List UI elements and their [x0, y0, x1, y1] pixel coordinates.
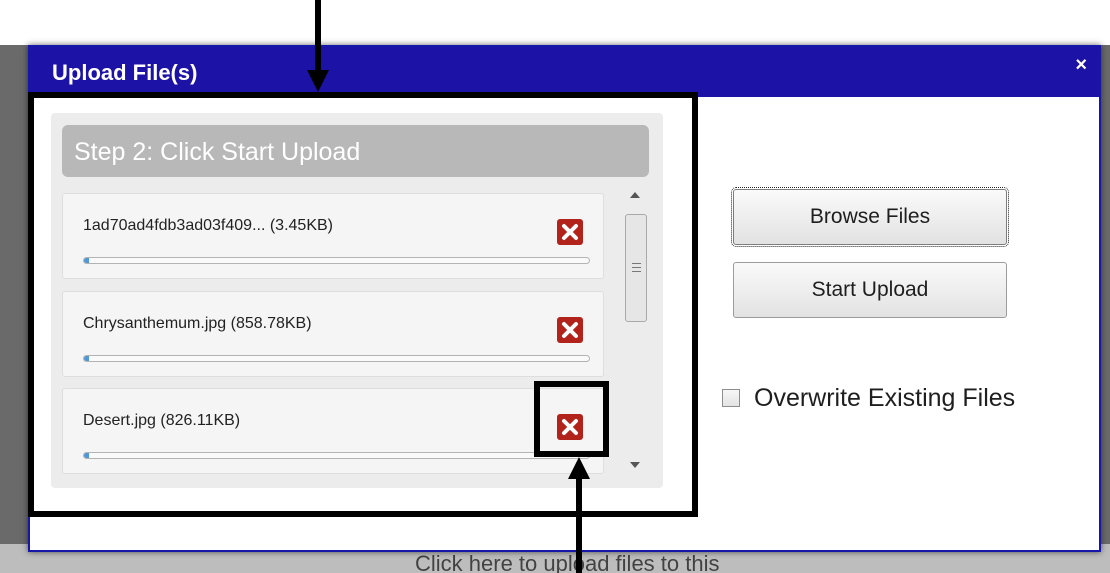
dialog-title: Upload File(s) [52, 60, 198, 85]
start-upload-button[interactable]: Start Upload [733, 262, 1007, 318]
overwrite-label: Overwrite Existing Files [754, 384, 1016, 412]
dialog-header: Upload File(s) × [30, 47, 1099, 97]
overwrite-checkbox[interactable] [722, 389, 740, 407]
annotation-arrow-bottom [576, 477, 582, 573]
screenshot-stage: Click here to upload files to this Uploa… [0, 0, 1110, 573]
annotation-arrowhead-down [307, 70, 329, 92]
annotation-arrow-top [315, 0, 321, 72]
browse-files-button[interactable]: Browse Files [731, 187, 1009, 247]
background-footer-text: Click here to upload files to this [415, 551, 720, 573]
annotation-remove-box [534, 381, 609, 457]
annotation-arrowhead-up [568, 457, 590, 479]
close-icon[interactable]: × [1075, 54, 1087, 77]
